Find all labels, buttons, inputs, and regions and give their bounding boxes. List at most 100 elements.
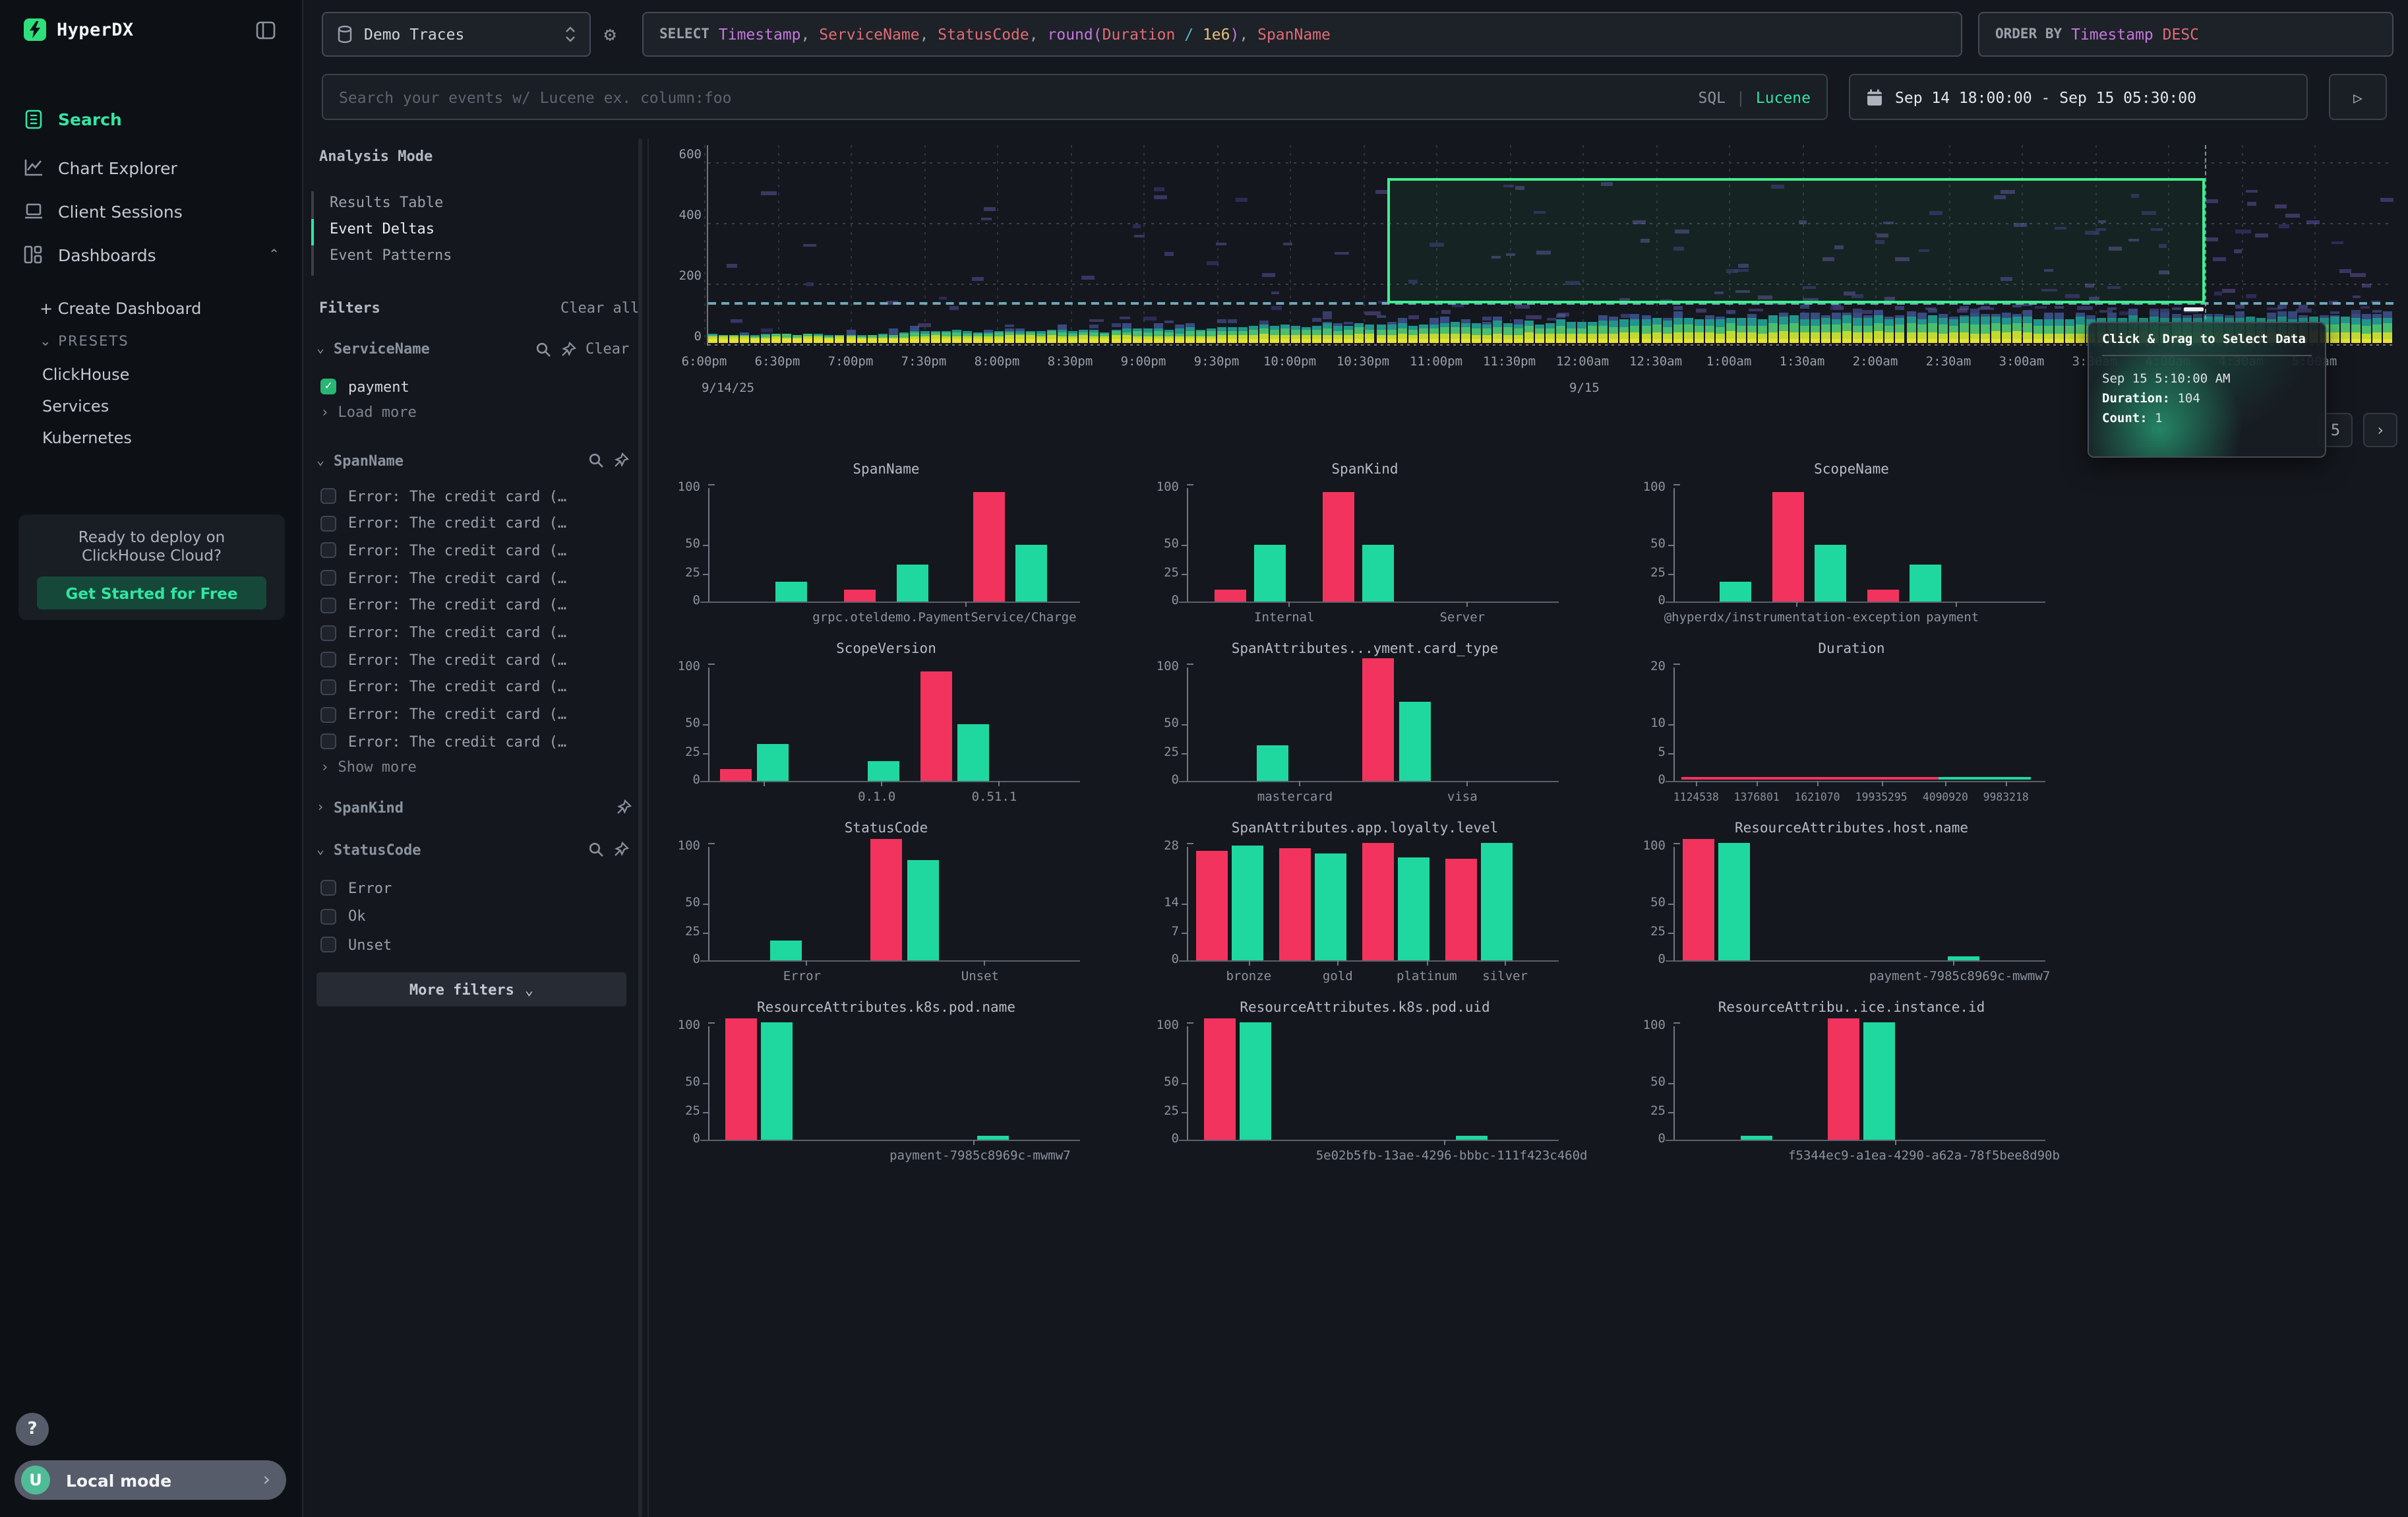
panel-scrollbar[interactable] (638, 139, 642, 1517)
sidebar-collapse-icon[interactable] (256, 21, 276, 40)
filter-group-spankind[interactable]: › SpanKind (316, 799, 640, 817)
local-mode-button[interactable]: U Local mode › (15, 1460, 286, 1500)
heatmap-cell (1134, 234, 1145, 237)
heatmap-cell (1959, 332, 1968, 340)
heatmap-cell (1567, 340, 1576, 344)
pin-icon[interactable] (613, 452, 629, 468)
clear-all-button[interactable]: Clear all (560, 299, 639, 317)
more-filters-button[interactable]: More filters⌄ (316, 972, 626, 1006)
heatmap-cell (1482, 317, 1491, 320)
spanname-filter-option[interactable]: Error: The credit card (… (320, 649, 566, 670)
heatmap-cell (1397, 334, 1406, 340)
spanname-filter-option[interactable]: Error: The credit card (… (320, 704, 566, 725)
heatmap-cell (2002, 313, 2011, 318)
select-query-input[interactable]: SELECT Timestamp, ServiceName, StatusCod… (642, 12, 1962, 57)
statuscode-filter-option[interactable]: Error (320, 877, 392, 898)
checkbox-icon (320, 908, 336, 924)
spanname-filter-option[interactable]: Error: The credit card (… (320, 485, 566, 507)
heatmap-cell (2065, 340, 2074, 344)
delta-bar-baseline (1232, 846, 1263, 960)
spanname-filter-option[interactable]: Error: The credit card (… (320, 540, 566, 561)
heatmap-cell (1843, 323, 1852, 332)
statuscode-filter-option[interactable]: Unset (320, 934, 392, 955)
run-query-button[interactable]: ▷ (2329, 74, 2387, 120)
checkbox-icon (320, 937, 336, 952)
statuscode-filter-option[interactable]: Ok (320, 906, 366, 927)
y-tick-label: 50 (663, 537, 700, 551)
filter-option-payment[interactable]: ✓ payment (320, 376, 409, 397)
mode-event-patterns[interactable]: Event Patterns (330, 247, 452, 264)
spanname-filter-option[interactable]: Error: The credit card (… (320, 512, 566, 534)
y-tick-label: 0 (663, 952, 700, 967)
lucene-mode-toggle[interactable]: Lucene (1756, 88, 1811, 106)
sidebar-item-client-sessions[interactable]: Client Sessions (0, 193, 303, 230)
heatmap-cell (1334, 336, 1343, 340)
spanname-filter-option[interactable]: Error: The credit card (… (320, 567, 566, 588)
heatmap-cell (1291, 330, 1300, 335)
sidebar-item-services[interactable]: Services (42, 397, 109, 416)
spanname-filter-option[interactable]: Error: The credit card (… (320, 731, 566, 753)
heatmap-cell (1015, 335, 1025, 339)
sql-mode-toggle[interactable]: SQL (1698, 88, 1726, 106)
sidebar-item-search[interactable]: Search (0, 100, 303, 137)
spanname-filter-option[interactable]: Error: The credit card (… (320, 595, 566, 616)
heatmap-cell (1186, 340, 1195, 344)
create-dashboard-button[interactable]: + Create Dashboard (40, 299, 201, 318)
heatmap-cell (2002, 325, 2011, 333)
presets-toggle[interactable]: ⌄ PRESETS (40, 334, 129, 350)
y-tick-label: 25 (663, 565, 700, 580)
search-icon[interactable] (588, 452, 604, 468)
heatmap-cell (1058, 325, 1068, 330)
y-tick-label: 0 (663, 773, 700, 788)
heatmap-cell (814, 335, 824, 336)
x-axis-label: 3:00am (1999, 355, 2045, 369)
delta-bar-baseline (1741, 1136, 1772, 1140)
query-token: 1e6 (1203, 25, 1230, 44)
pin-icon[interactable] (616, 799, 632, 815)
help-button[interactable]: ? (16, 1413, 49, 1446)
get-started-button[interactable]: Get Started for Free (37, 576, 266, 609)
drag-selection-rect[interactable] (1387, 178, 2205, 303)
sidebar-item-kubernetes[interactable]: Kubernetes (42, 429, 132, 447)
y-tick-label: 0 (1142, 1132, 1179, 1146)
mode-event-deltas[interactable]: Event Deltas (330, 220, 435, 237)
heatmap-cell (1938, 314, 1947, 318)
page-next-button[interactable]: › (2363, 413, 2397, 447)
heatmap-cell (1323, 315, 1332, 319)
heatmap-cell (1557, 313, 1570, 316)
delta-bar-anomaly (1683, 839, 1714, 960)
pin-icon[interactable] (613, 842, 629, 857)
heatmap-cell (750, 338, 760, 340)
source-select[interactable]: Demo Traces (322, 12, 591, 57)
order-by-input[interactable]: ORDER BY Timestamp DESC (1978, 12, 2393, 57)
clear-filter-button[interactable]: Clear (586, 340, 629, 357)
y-tick-label: 0 (1142, 952, 1179, 967)
spanname-filter-option[interactable]: Error: The credit card (… (320, 622, 566, 643)
load-more-link[interactable]: › Load more (320, 404, 417, 421)
heatmap-cell (857, 340, 866, 344)
show-more-link[interactable]: › Show more (320, 758, 417, 776)
spanname-filter-option[interactable]: Error: The credit card (… (320, 677, 566, 698)
gear-icon[interactable]: ⚙ (604, 22, 616, 46)
heatmap-cell (1821, 315, 1830, 319)
heatmap-cell (1726, 340, 1735, 344)
heatmap-cell (2002, 340, 2011, 344)
sidebar-item-dashboards[interactable]: Dashboards ⌃ (0, 236, 303, 273)
pin-icon[interactable] (560, 341, 576, 357)
heatmap-cell (1015, 340, 1025, 344)
heatmap-cell (1610, 321, 1619, 327)
search-input[interactable]: Search your events w/ Lucene ex. column:… (322, 74, 1828, 120)
sidebar-item-clickhouse[interactable]: ClickHouse (42, 365, 129, 384)
mode-results-table[interactable]: Results Table (330, 194, 443, 211)
sidebar-item-chart-explorer[interactable]: Chart Explorer (0, 149, 303, 186)
threshold-handle[interactable] (2184, 307, 2204, 311)
search-icon[interactable] (535, 341, 551, 357)
search-icon[interactable] (588, 842, 604, 857)
chart-title: ResourceAttribu..ice.instance.id (1673, 1000, 2030, 1016)
heatmap-cell (1472, 323, 1481, 328)
date-range-picker[interactable]: Sep 14 18:00:00 - Sep 15 05:30:00 (1849, 74, 2308, 120)
heatmap-cell (1175, 333, 1184, 336)
delta-chart-scopename: ScopeName10050250@hyperdx/instrumentatio… (1631, 462, 2030, 633)
heatmap-cell (1959, 324, 1968, 332)
heatmap-cell (719, 336, 728, 340)
